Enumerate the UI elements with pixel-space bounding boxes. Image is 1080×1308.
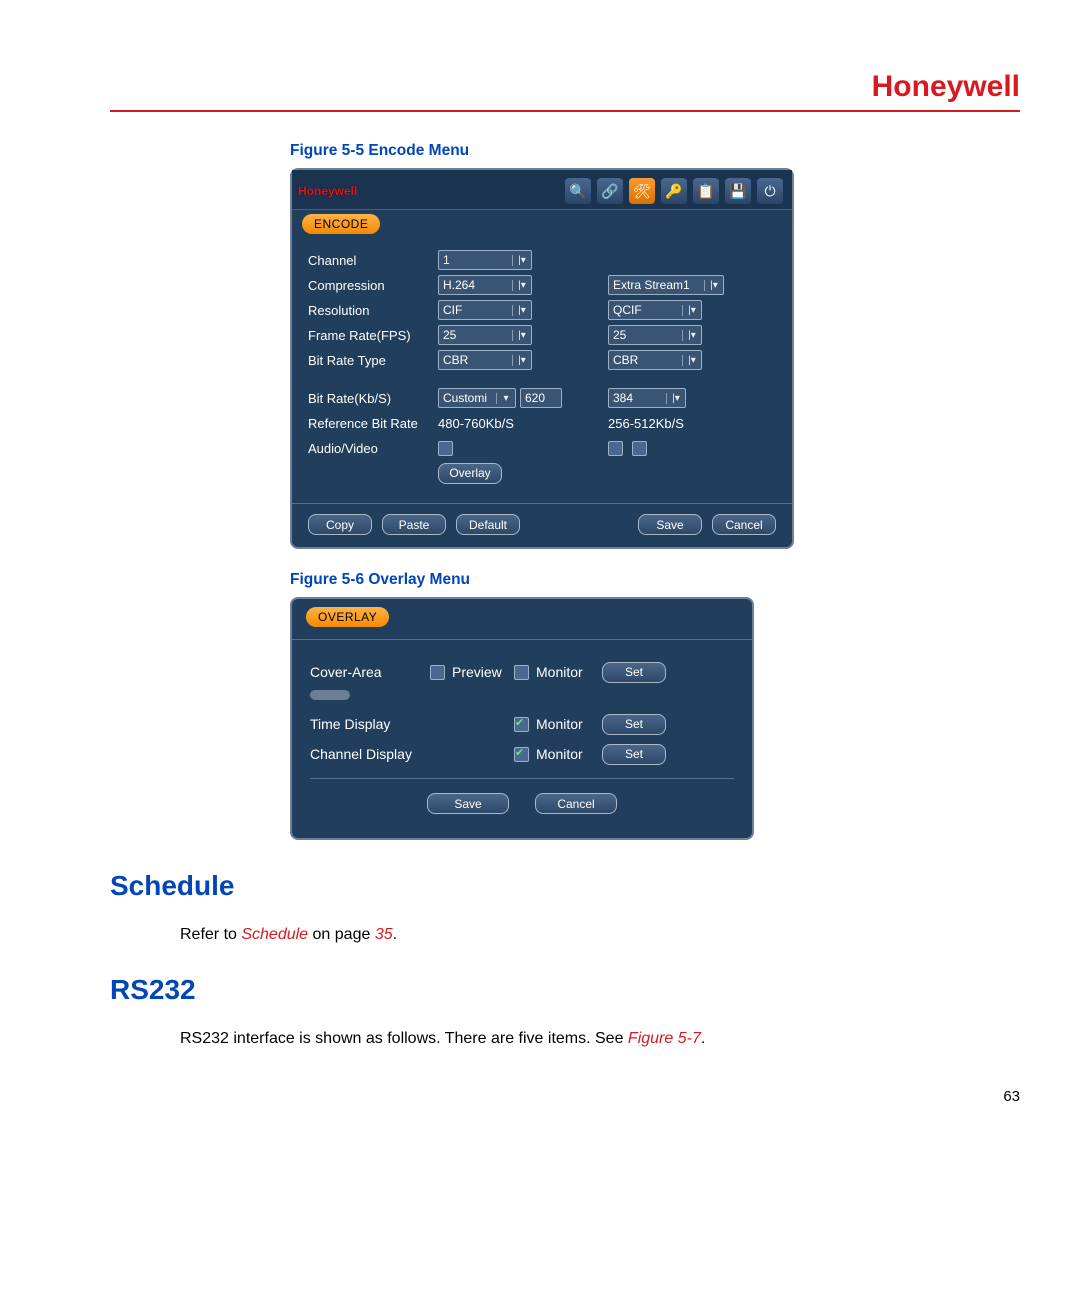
save-button[interactable]: Save [638,514,702,535]
label-brtype: Bit Rate Type [308,353,438,368]
brkbs-mode-dropdown[interactable]: Customi▾ [438,388,516,408]
chevron-down-icon: |▾ [512,355,529,366]
chevron-down-icon: |▾ [704,280,721,291]
encode-tab: ENCODE [302,214,380,234]
heading-rs232: RS232 [110,974,1020,1006]
chevron-down-icon: |▾ [666,393,683,404]
label-channel: Channel [308,253,438,268]
ref-schedule-page: 35 [375,926,393,943]
figure-2-caption: Figure 5-6 Overlay Menu [290,571,1020,589]
chevron-down-icon: ▾ [496,393,513,404]
cover-monitor-checkbox[interactable] [514,665,529,680]
panel-brand: Honeywell [298,184,357,198]
word-monitor-3: Monitor [536,746,583,762]
schedule-body-text: Refer to Schedule on page 35. [180,926,1020,944]
chevron-down-icon: |▾ [682,330,699,341]
chevron-down-icon: |▾ [512,280,529,291]
brtype-dropdown[interactable]: CBR|▾ [438,350,532,370]
extra-refbr-value: 256-512Kb/S [608,416,758,431]
copy-button[interactable]: Copy [308,514,372,535]
av-extra-checkbox-1[interactable] [608,441,623,456]
resolution-dropdown[interactable]: CIF|▾ [438,300,532,320]
label-compression: Compression [308,278,438,293]
cancel-button[interactable]: Cancel [712,514,776,535]
label-fps: Frame Rate(FPS) [308,328,438,343]
overlay-panel: OVERLAY Cover-Area Preview Monitor Set [290,597,754,840]
word-monitor: Monitor [536,664,583,680]
rs232-body-text: RS232 interface is shown as follows. The… [180,1030,1020,1048]
tool-icon-storage[interactable]: 💾 [725,178,751,204]
tool-icon-power[interactable]: ⏻ [757,178,783,204]
tool-icon-settings[interactable]: 🛠 [629,178,655,204]
extra-stream-dropdown[interactable]: Extra Stream1|▾ [608,275,724,295]
extra-fps-dropdown[interactable]: 25|▾ [608,325,702,345]
channel-dropdown[interactable]: 1|▾ [438,250,532,270]
overlay-cancel-button[interactable]: Cancel [535,793,617,814]
ref-schedule: Schedule [241,926,308,943]
chevron-down-icon: |▾ [512,305,529,316]
tool-icon-record[interactable]: 📋 [693,178,719,204]
paste-button[interactable]: Paste [382,514,446,535]
word-preview: Preview [452,664,502,680]
av-extra-checkbox-2[interactable] [632,441,647,456]
label-resolution: Resolution [308,303,438,318]
encode-panel: Honeywell 🔍 🔗 🛠 🔑 📋 💾 ⏻ ENCODE Channel 1… [290,168,794,549]
fps-dropdown[interactable]: 25|▾ [438,325,532,345]
label-time-display: Time Display [310,716,430,732]
time-monitor-checkbox[interactable] [514,717,529,732]
tool-icon-keys[interactable]: 🔑 [661,178,687,204]
refbr-value: 480-760Kb/S [438,416,608,431]
cover-preview-checkbox[interactable] [430,665,445,680]
extra-brkbs-dropdown[interactable]: 384|▾ [608,388,686,408]
cover-set-button[interactable]: Set [602,662,666,683]
label-brkbs: Bit Rate(Kb/S) [308,391,438,406]
brkbs-value-input[interactable]: 620 [520,388,562,408]
label-channel-display: Channel Display [310,746,430,762]
overlay-save-button[interactable]: Save [427,793,509,814]
extra-resolution-dropdown[interactable]: QCIF|▾ [608,300,702,320]
av-main-checkbox[interactable] [438,441,453,456]
ref-figure-5-7: Figure 5-7 [628,1030,701,1047]
label-av: Audio/Video [308,441,438,456]
channel-monitor-checkbox[interactable] [514,747,529,762]
page-number: 63 [110,1088,1020,1105]
overlay-button[interactable]: Overlay [438,463,502,484]
time-set-button[interactable]: Set [602,714,666,735]
figure-1-caption: Figure 5-5 Encode Menu [290,142,1020,160]
overlay-tab: OVERLAY [306,607,389,627]
label-cover-area: Cover-Area [310,664,430,680]
compression-dropdown[interactable]: H.264|▾ [438,275,532,295]
chevron-down-icon: |▾ [682,305,699,316]
tool-icon-network[interactable]: 🔗 [597,178,623,204]
cover-area-slider[interactable] [310,690,350,700]
word-monitor-2: Monitor [536,716,583,732]
extra-brtype-dropdown[interactable]: CBR|▾ [608,350,702,370]
panel-toolbar: Honeywell 🔍 🔗 🛠 🔑 📋 💾 ⏻ [292,170,792,210]
heading-schedule: Schedule [110,870,1020,902]
default-button[interactable]: Default [456,514,520,535]
chevron-down-icon: |▾ [682,355,699,366]
chevron-down-icon: |▾ [512,255,529,266]
brand-logo: Honeywell [110,70,1020,112]
chevron-down-icon: |▾ [512,330,529,341]
tool-icon-search[interactable]: 🔍 [565,178,591,204]
channel-set-button[interactable]: Set [602,744,666,765]
label-refbr: Reference Bit Rate [308,416,438,431]
